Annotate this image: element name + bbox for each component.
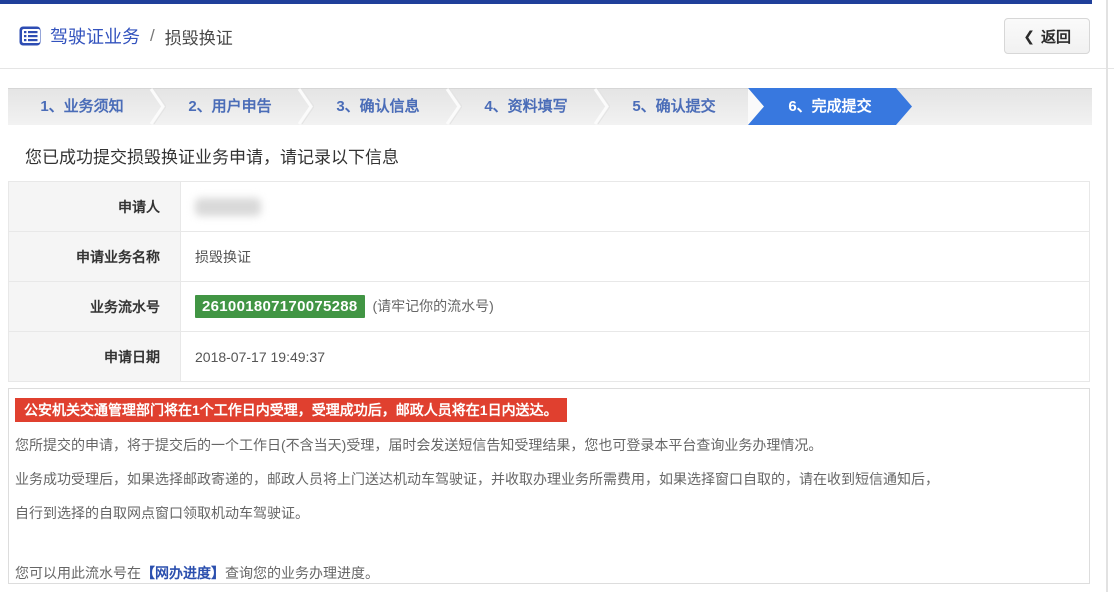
page-title-service: 损毁换证 <box>165 24 233 49</box>
applicant-value-cell <box>181 182 1090 232</box>
breadcrumb: 驾驶证业务 / 损毁换证 <box>18 23 233 49</box>
table-row-business-name: 申请业务名称 损毁换证 <box>9 232 1090 282</box>
table-row-applicant: 申请人 <box>9 182 1090 232</box>
progress-hint: 您可以用此流水号在【网办进度】查询您的业务办理进度。 <box>15 559 1083 588</box>
back-button[interactable]: ❮ 返回 <box>1004 18 1090 54</box>
step-1-notice: 1、业务须知 <box>8 88 156 125</box>
back-button-label: 返回 <box>1041 26 1071 47</box>
applicant-name-masked <box>195 198 261 216</box>
business-name-value: 损毁换证 <box>181 232 1090 282</box>
step-5-confirm-submit: 5、确认提交 <box>600 88 748 125</box>
progress-hint-suffix: 查询您的业务办理进度。 <box>225 565 379 581</box>
notice-box: 公安机关交通管理部门将在1个工作日内受理，受理成功后，邮政人员将在1日内送达。 … <box>8 388 1090 584</box>
table-row-date: 申请日期 2018-07-17 19:49:37 <box>9 332 1090 382</box>
business-name-label: 申请业务名称 <box>9 232 181 282</box>
serial-label: 业务流水号 <box>9 282 181 332</box>
notice-paragraph: 自行到选择的自取网点窗口领取机动车驾驶证。 <box>15 499 1083 528</box>
progress-tracking-link[interactable]: 【网办进度】 <box>141 565 225 581</box>
sla-alert-banner: 公安机关交通管理部门将在1个工作日内受理，受理成功后，邮政人员将在1日内送达。 <box>15 398 567 422</box>
progress-hint-prefix: 您可以用此流水号在 <box>15 565 141 581</box>
step-6-complete-active: 6、完成提交 <box>748 88 912 125</box>
serial-number-badge: 261001807170075288 <box>195 295 365 318</box>
page-edge-line <box>1106 0 1108 592</box>
notice-paragraph: 业务成功受理后，如果选择邮政寄递的，邮政人员将上门送达机动车驾驶证，并收取办理业… <box>15 465 1083 494</box>
application-info-table: 申请人 申请业务名称 损毁换证 业务流水号 261001807170075288… <box>8 181 1090 382</box>
step-2-declaration: 2、用户申告 <box>156 88 304 125</box>
header-divider <box>0 68 1114 69</box>
notice-paragraph: 您所提交的申请，将于提交后的一个工作日(不含当天)受理，届时会发送短信告知受理结… <box>15 431 1083 460</box>
date-value: 2018-07-17 19:49:37 <box>181 332 1090 382</box>
breadcrumb-separator: / <box>150 26 155 46</box>
step-wizard: 1、业务须知 2、用户申告 3、确认信息 4、资料填写 5、确认提交 6、完成提… <box>8 88 1092 125</box>
chevron-left-icon: ❮ <box>1023 28 1035 45</box>
step-3-confirm-info: 3、确认信息 <box>304 88 452 125</box>
page-title-category: 驾驶证业务 <box>50 23 140 49</box>
list-icon <box>18 24 42 48</box>
date-label: 申请日期 <box>9 332 181 382</box>
serial-note: (请牢记你的流水号) <box>372 298 493 314</box>
step-4-fill-data: 4、资料填写 <box>452 88 600 125</box>
header: 驾驶证业务 / 损毁换证 ❮ 返回 <box>0 4 1114 68</box>
table-row-serial: 业务流水号 261001807170075288 (请牢记你的流水号) <box>9 282 1090 332</box>
serial-value-cell: 261001807170075288 (请牢记你的流水号) <box>181 282 1090 332</box>
success-heading: 您已成功提交损毁换证业务申请，请记录以下信息 <box>25 143 399 168</box>
applicant-label: 申请人 <box>9 182 181 232</box>
page: 驾驶证业务 / 损毁换证 ❮ 返回 1、业务须知 2、用户申告 3、确认信息 4… <box>0 0 1114 592</box>
